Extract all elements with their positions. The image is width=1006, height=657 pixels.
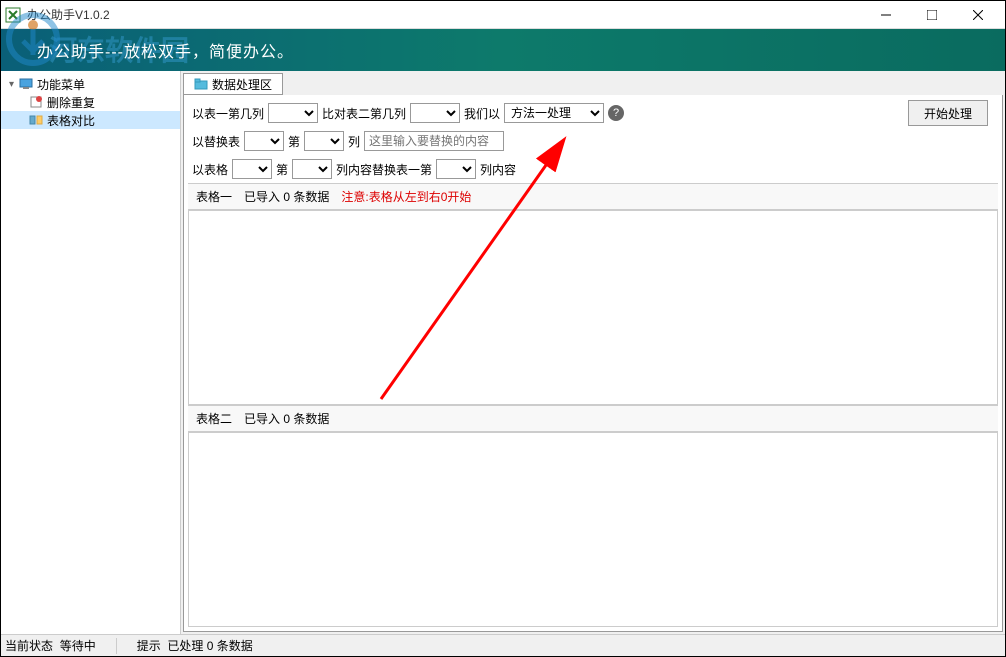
section2-stat: 已导入 0 条数据: [244, 410, 329, 427]
delete-icon: [29, 95, 43, 109]
minimize-button[interactable]: [863, 1, 909, 29]
row1-label1: 以表一第几列: [192, 105, 264, 122]
row3-label1: 以表格: [192, 161, 228, 178]
sidebar: ▾ 功能菜单 删除重复 表格对比: [1, 71, 181, 634]
tree-root[interactable]: ▾ 功能菜单: [1, 75, 180, 93]
row3-label2: 第: [276, 161, 288, 178]
statusbar-separator: [116, 638, 117, 654]
src-col-select[interactable]: [292, 159, 332, 179]
tab-content: 以表一第几列 比对表二第几列 我们以 方法一处理 ? 开始处理 以替换表 第 列: [183, 95, 1003, 632]
replace-table-select[interactable]: [244, 131, 284, 151]
sidebar-item-label: 删除重复: [47, 94, 95, 111]
replace-col-select[interactable]: [304, 131, 344, 151]
banner-text: 办公助手---放松双手，简便办公。: [37, 38, 294, 62]
replace-text-input[interactable]: [364, 131, 504, 151]
section2-label: 表格二: [196, 410, 232, 427]
sidebar-item-label: 表格对比: [47, 112, 95, 129]
table1-col-select[interactable]: [268, 103, 318, 123]
row2-label1: 以替换表: [192, 133, 240, 150]
compare-icon: [29, 113, 43, 127]
tree-root-label: 功能菜单: [37, 76, 85, 93]
titlebar-title: 办公助手V1.0.2: [27, 6, 863, 23]
table1-body[interactable]: [188, 210, 998, 405]
status-hint: 提示 已处理 0 条数据: [137, 637, 253, 654]
section2-header: 表格二 已导入 0 条数据: [188, 405, 998, 432]
content-area: 数据处理区 以表一第几列 比对表二第几列 我们以 方法一处理 ? 开始处理 以替…: [181, 71, 1005, 634]
src-table-select[interactable]: [232, 159, 272, 179]
statusbar: 当前状态 等待中 提示 已处理 0 条数据: [1, 634, 1005, 656]
tab-data-process[interactable]: 数据处理区: [183, 73, 283, 95]
close-button[interactable]: [955, 1, 1001, 29]
section1-header: 表格一 已导入 0 条数据 注意:表格从左到右0开始: [188, 183, 998, 210]
app-icon: [5, 7, 21, 23]
sidebar-item-table-compare[interactable]: 表格对比: [1, 111, 180, 129]
titlebar: 办公助手V1.0.2: [1, 1, 1005, 29]
maximize-button[interactable]: [909, 1, 955, 29]
table2-col-select[interactable]: [410, 103, 460, 123]
options-row-2: 以替换表 第 列: [188, 127, 998, 155]
section1-label: 表格一: [196, 188, 232, 205]
options-row-1: 以表一第几列 比对表二第几列 我们以 方法一处理 ? 开始处理: [188, 99, 998, 127]
row2-label3: 列: [348, 133, 360, 150]
tab-label: 数据处理区: [212, 76, 272, 93]
table2-body[interactable]: [188, 432, 998, 627]
method-select[interactable]: 方法一处理: [504, 103, 604, 123]
options-row-3: 以表格 第 列内容替换表一第 列内容: [188, 155, 998, 183]
row3-label3: 列内容替换表一第: [336, 161, 432, 178]
row1-label2: 比对表二第几列: [322, 105, 406, 122]
folder-icon: [194, 77, 208, 91]
status-state: 当前状态 等待中: [5, 637, 96, 654]
tree-collapse-icon: ▾: [9, 79, 19, 90]
tab-strip: 数据处理区: [183, 73, 1003, 95]
main-area: ▾ 功能菜单 删除重复 表格对比 数据处理区 以表一第几列 比对表二第几列: [1, 71, 1005, 634]
monitor-icon: [19, 77, 33, 91]
row3-label4: 列内容: [480, 161, 516, 178]
sidebar-item-delete-duplicate[interactable]: 删除重复: [1, 93, 180, 111]
section1-stat: 已导入 0 条数据: [244, 188, 329, 205]
section1-warning: 注意:表格从左到右0开始: [341, 188, 471, 205]
row1-label3: 我们以: [464, 105, 500, 122]
row2-label2: 第: [288, 133, 300, 150]
banner: 河东软件园 办公助手---放松双手，简便办公。: [1, 29, 1005, 71]
start-button[interactable]: 开始处理: [908, 100, 988, 126]
dst-col-select[interactable]: [436, 159, 476, 179]
help-icon[interactable]: ?: [608, 105, 624, 121]
